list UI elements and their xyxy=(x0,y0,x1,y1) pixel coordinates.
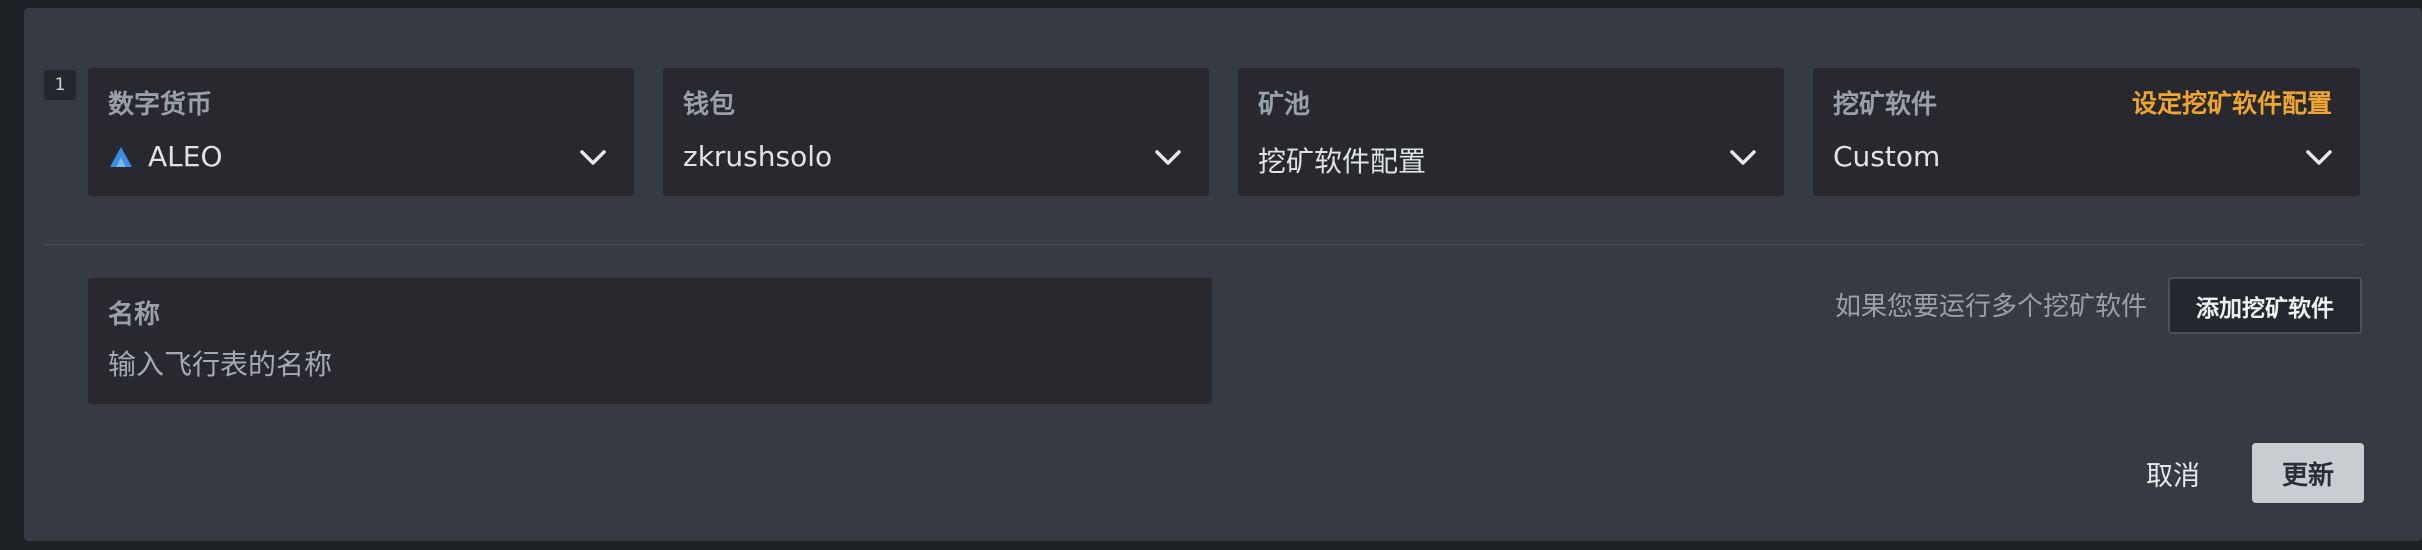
chevron-down-icon xyxy=(2306,150,2332,165)
chevron-down-icon xyxy=(580,150,606,165)
wallet-label: 钱包 xyxy=(683,90,736,120)
name-field: 名称 xyxy=(88,278,1212,404)
name-input[interactable] xyxy=(108,344,1108,384)
miner-config-link[interactable]: 设定挖矿软件配置 xyxy=(2132,84,2332,120)
miner-select[interactable]: 挖矿软件 设定挖矿软件配置 Custom xyxy=(1813,68,2360,196)
wallet-select[interactable]: 钱包 zkrushsolo xyxy=(663,68,1209,196)
pool-value: 挖矿软件配置 xyxy=(1258,145,1427,178)
currency-label: 数字货币 xyxy=(108,90,213,120)
update-button[interactable]: 更新 xyxy=(2252,443,2364,503)
cancel-button[interactable]: 取消 xyxy=(2128,443,2218,503)
pool-label: 矿池 xyxy=(1258,90,1311,120)
section-divider xyxy=(44,244,2364,245)
add-miner-hint: 如果您要运行多个挖矿软件 xyxy=(1834,292,2147,322)
pool-select[interactable]: 矿池 挖矿软件配置 xyxy=(1238,68,1784,196)
currency-value: ALEO xyxy=(148,140,223,173)
row-index-badge: 1 xyxy=(44,70,76,100)
add-miner-button[interactable]: 添加挖矿软件 xyxy=(2168,277,2362,334)
chevron-down-icon xyxy=(1155,150,1181,165)
miner-label: 挖矿软件 xyxy=(1833,90,1938,120)
currency-select[interactable]: 数字货币 ALEO xyxy=(88,68,634,196)
currency-value-wrap: ALEO xyxy=(108,140,222,173)
wallet-value: zkrushsolo xyxy=(683,140,833,173)
miner-value: Custom xyxy=(1833,140,1941,173)
chevron-down-icon xyxy=(1730,150,1756,165)
aleo-logo-icon xyxy=(108,145,134,169)
name-label: 名称 xyxy=(108,300,161,330)
